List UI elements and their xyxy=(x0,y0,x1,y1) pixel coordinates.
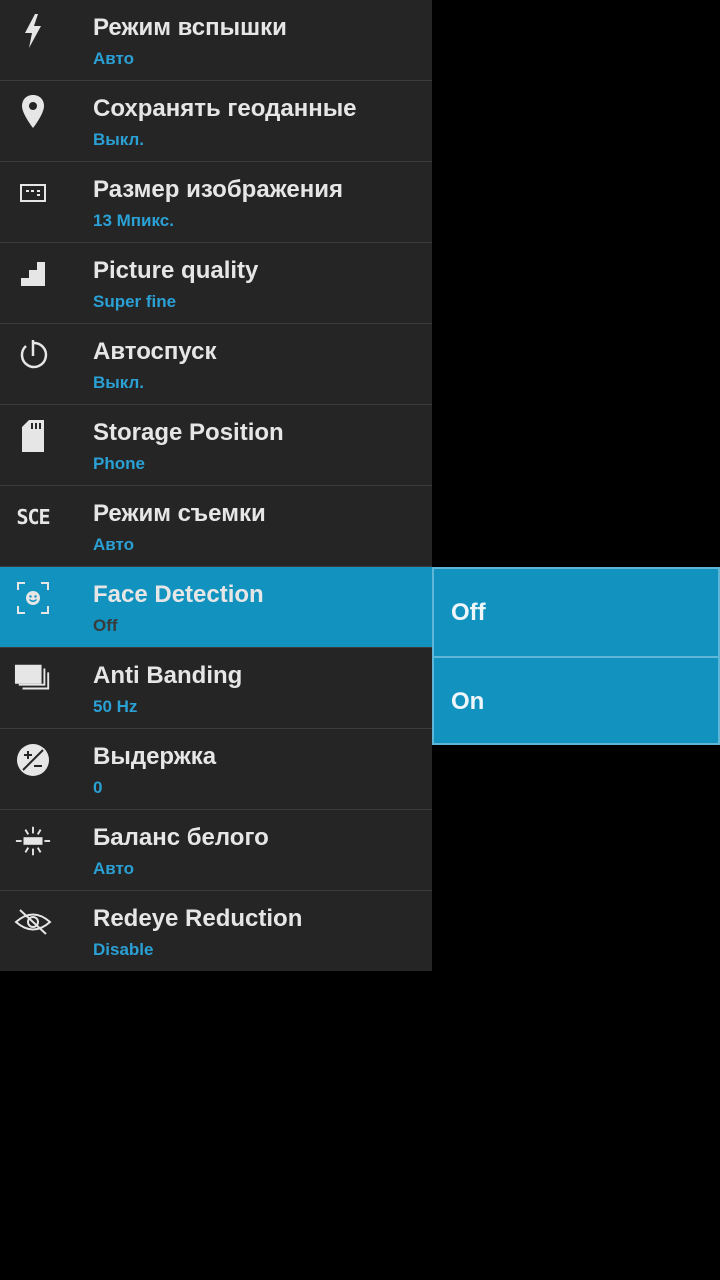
setting-title: Picture quality xyxy=(93,257,259,284)
setting-exposure[interactable]: Выдержка 0 xyxy=(0,729,432,810)
face-detection-icon xyxy=(14,579,52,617)
setting-value: 13 Мпикс. xyxy=(93,211,174,230)
timer-icon xyxy=(14,336,52,374)
setting-title: Anti Banding xyxy=(93,662,243,689)
flash-icon xyxy=(14,12,52,50)
setting-value: Disable xyxy=(93,940,154,959)
setting-redeye-reduction[interactable]: Redeye Reduction Disable xyxy=(0,891,432,971)
setting-flash-mode[interactable]: Режим вспышки Авто xyxy=(0,0,432,81)
option-on[interactable]: On xyxy=(434,658,718,745)
setting-title: Storage Position xyxy=(93,419,284,446)
setting-value: 0 xyxy=(93,778,103,797)
sd-card-icon xyxy=(14,417,52,455)
setting-storage-position[interactable]: Storage Position Phone xyxy=(0,405,432,486)
setting-self-timer[interactable]: Автоспуск Выкл. xyxy=(0,324,432,405)
image-size-icon xyxy=(14,174,52,212)
setting-scene-mode[interactable]: SCE Режим съемки Авто xyxy=(0,486,432,567)
setting-picture-quality[interactable]: Picture quality Super fine xyxy=(0,243,432,324)
setting-anti-banding[interactable]: Anti Banding 50 Hz xyxy=(0,648,432,729)
setting-value: Выкл. xyxy=(93,373,145,392)
option-label: Off xyxy=(451,599,486,626)
scene-mode-icon-text: SCE xyxy=(16,505,50,529)
quality-steps-icon xyxy=(14,255,52,293)
settings-list: Режим вспышки Авто Сохранять геоданные В… xyxy=(0,0,432,971)
setting-title: Режим съемки xyxy=(93,500,266,527)
setting-value: Авто xyxy=(93,49,134,68)
setting-value: Авто xyxy=(93,859,134,878)
setting-image-size[interactable]: Размер изображения 13 Мпикс. xyxy=(0,162,432,243)
option-label: On xyxy=(451,688,485,715)
setting-face-detection[interactable]: Face Detection Off xyxy=(0,567,432,648)
setting-title: Автоспуск xyxy=(93,338,217,365)
setting-value: Off xyxy=(93,616,118,635)
redeye-icon xyxy=(14,903,52,941)
setting-title: Размер изображения xyxy=(93,176,343,203)
anti-banding-icon xyxy=(14,660,52,698)
option-off[interactable]: Off xyxy=(434,569,718,658)
location-pin-icon xyxy=(14,93,52,131)
setting-value: Phone xyxy=(93,454,145,473)
setting-title: Redeye Reduction xyxy=(93,905,303,932)
white-balance-icon xyxy=(14,822,52,860)
setting-title: Режим вспышки xyxy=(93,14,287,41)
setting-value: Выкл. xyxy=(93,130,145,149)
face-detection-options-popup: Off On xyxy=(432,567,720,745)
setting-title: Сохранять геоданные xyxy=(93,95,357,122)
scene-mode-icon: SCE xyxy=(14,498,52,536)
setting-title: Баланс белого xyxy=(93,824,269,851)
setting-value: 50 Hz xyxy=(93,697,138,716)
setting-title: Face Detection xyxy=(93,581,264,608)
setting-white-balance[interactable]: Баланс белого Авто xyxy=(0,810,432,891)
setting-save-location[interactable]: Сохранять геоданные Выкл. xyxy=(0,81,432,162)
setting-title: Выдержка xyxy=(93,743,217,770)
camera-settings-screen: Режим вспышки Авто Сохранять геоданные В… xyxy=(0,0,720,1280)
setting-value: Super fine xyxy=(93,292,177,311)
setting-value: Авто xyxy=(93,535,134,554)
exposure-icon xyxy=(14,741,52,779)
